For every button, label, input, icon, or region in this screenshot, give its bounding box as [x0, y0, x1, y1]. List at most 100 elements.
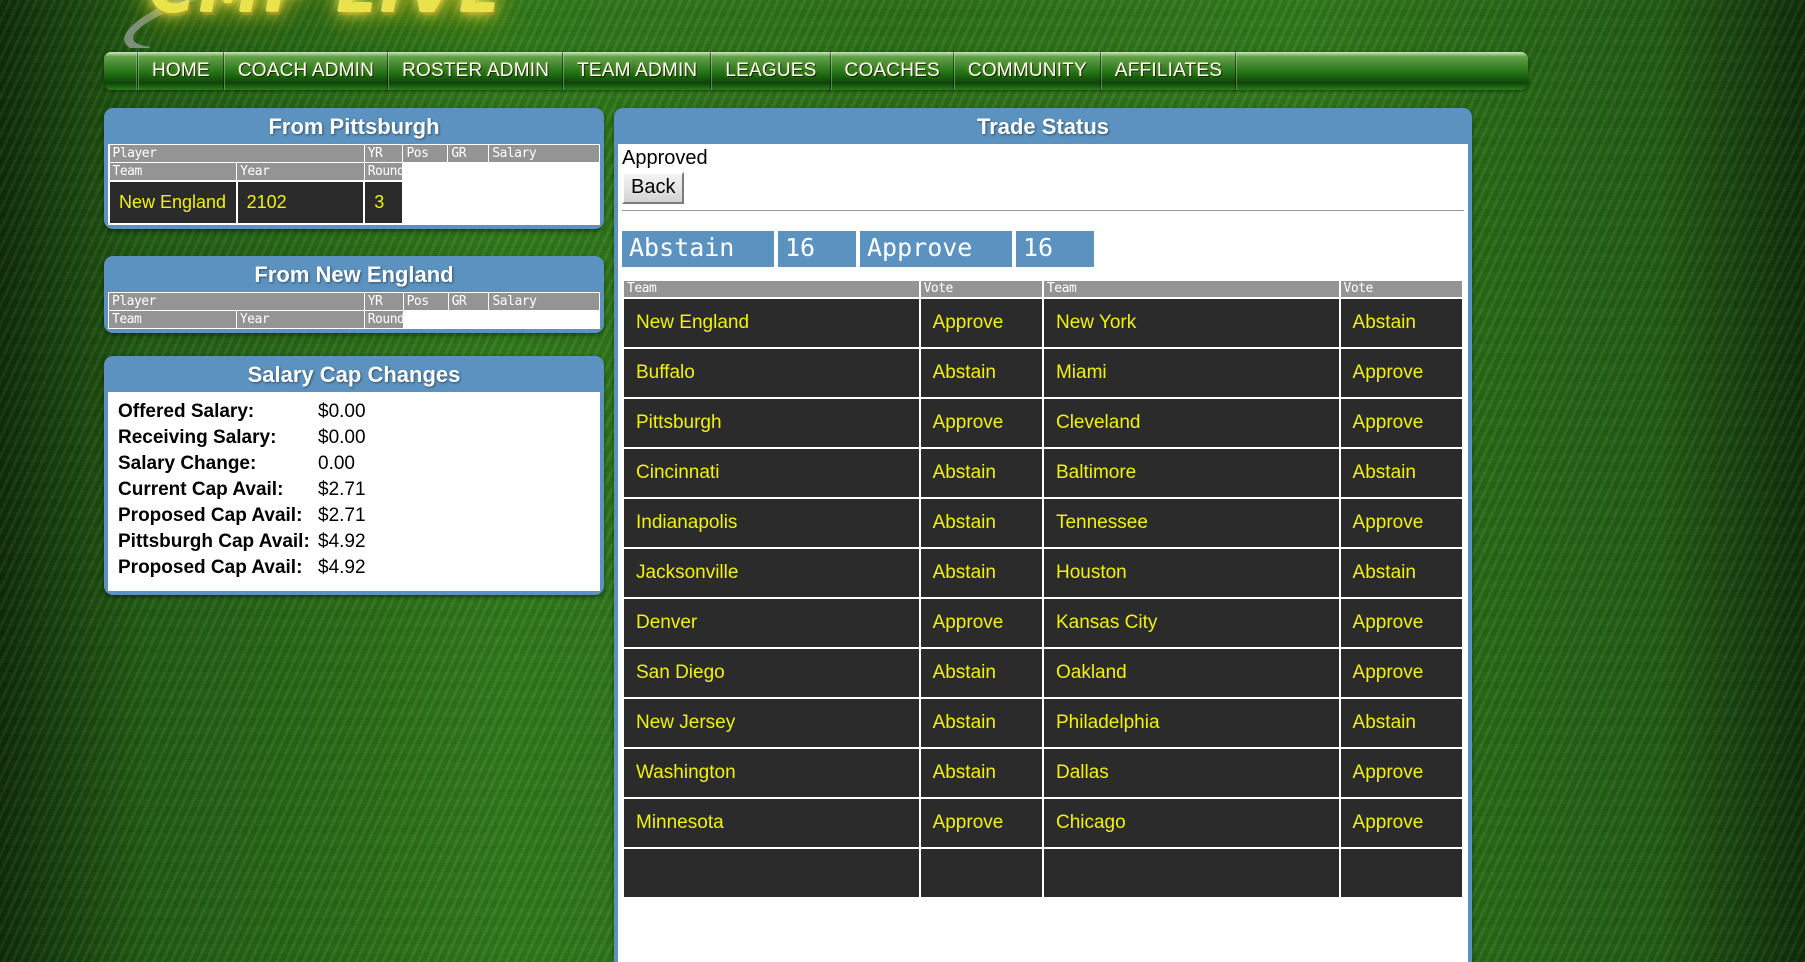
- nav-left-cap: [104, 52, 138, 90]
- col-round: Round: [363, 162, 405, 182]
- cell-team: New York: [1043, 299, 1339, 347]
- table-row: Buffalo Abstain Miami Approve: [624, 349, 1462, 397]
- col-salary: Salary: [488, 292, 600, 311]
- cell-team: Houston: [1043, 549, 1339, 597]
- nav-item-community[interactable]: COMMUNITY: [953, 52, 1101, 90]
- col-vote-right: Vote: [1340, 281, 1462, 297]
- from-pittsburgh-body: Player YR Pos GR Salary Team Year Round …: [108, 144, 601, 225]
- cap-label: Receiving Salary:: [118, 427, 277, 448]
- cell-team: Minnesota: [624, 799, 919, 847]
- nav-item-roster-admin[interactable]: ROSTER ADMIN: [388, 52, 564, 90]
- col-yr: YR: [363, 144, 404, 163]
- cell-vote: Abstain: [920, 649, 1042, 697]
- cell-team: Indianapolis: [624, 499, 919, 547]
- panel-title-trade-status: Trade Status: [976, 114, 1110, 139]
- cap-value: $0.00: [318, 401, 366, 422]
- nav-item-leagues[interactable]: LEAGUES: [711, 52, 831, 90]
- col-gr: GR: [447, 144, 490, 163]
- divider: [622, 210, 1464, 211]
- from-pittsburgh-table: Player YR Pos GR Salary Team Year Round …: [108, 144, 601, 225]
- salary-cap-rows: Offered Salary: $0.00 Receiving Salary: …: [108, 392, 600, 591]
- col-team-right: Team: [1043, 281, 1339, 297]
- panel-trade-status: Trade Status Approved Back Abstain 16 Ap…: [614, 108, 1472, 962]
- cell-vote: Approve: [920, 599, 1042, 647]
- cell-vote: Approve: [1340, 399, 1462, 447]
- panel-from-pittsburgh: From Pittsburgh Player YR Pos GR Salary …: [104, 108, 604, 229]
- cap-row-receiving-salary: Receiving Salary: $0.00: [118, 425, 590, 451]
- cap-row-proposed-cap-avail: Proposed Cap Avail: $2.71: [118, 503, 590, 529]
- site-logo[interactable]: CMF LIVE: [0, 0, 1805, 48]
- table-header-row: Player YR Pos GR Salary: [108, 144, 600, 163]
- cell-vote: Abstain: [920, 699, 1042, 747]
- cell-team: Kansas City: [1043, 599, 1339, 647]
- cell-team: Cleveland: [1043, 399, 1339, 447]
- cell-vote: Approve: [1340, 599, 1462, 647]
- trade-status-value: Approved: [622, 147, 708, 169]
- salary-cap-body: Offered Salary: $0.00 Receiving Salary: …: [108, 392, 600, 591]
- summary-label-abstain: Abstain: [622, 231, 774, 267]
- cell-vote: Approve: [1340, 749, 1462, 797]
- cell-vote: Abstain: [1340, 449, 1462, 497]
- summary-label-approve: Approve: [860, 231, 1012, 267]
- nav-item-team-admin[interactable]: TEAM ADMIN: [563, 52, 712, 90]
- from-new-england-table: Player YR Pos GR Salary Team Year Round: [108, 292, 601, 329]
- cell-vote: Approve: [1340, 499, 1462, 547]
- col-vote-left: Vote: [920, 281, 1042, 297]
- cell-team: Cincinnati: [624, 449, 919, 497]
- col-pos: Pos: [402, 144, 449, 163]
- cap-row-offered-salary: Offered Salary: $0.00: [118, 399, 590, 425]
- cell-vote: Abstain: [1340, 549, 1462, 597]
- logo-wordmark: CMF LIVE: [150, 0, 506, 27]
- cell-vote: Abstain: [920, 499, 1042, 547]
- nav-item-coaches[interactable]: COACHES: [830, 52, 954, 90]
- cell-vote: Abstain: [920, 349, 1042, 397]
- col-team: Team: [108, 310, 237, 329]
- cell-team: Philadelphia: [1043, 699, 1339, 747]
- cell-team: Oakland: [1043, 649, 1339, 697]
- summary-count-approve: 16: [1016, 231, 1094, 267]
- table-row: Indianapolis Abstain Tennessee Approve: [624, 499, 1462, 547]
- cell-team: Chicago: [1043, 799, 1339, 847]
- col-spacer: [402, 310, 601, 329]
- cell-vote: Approve: [920, 299, 1042, 347]
- cell-team: Tennessee: [1043, 499, 1339, 547]
- cap-row-current-cap-avail: Current Cap Avail: $2.71: [118, 477, 590, 503]
- vote-summary-bar: Abstain 16 Approve 16: [622, 231, 1464, 267]
- cell-vote: Approve: [1340, 649, 1462, 697]
- cap-label: Proposed Cap Avail:: [118, 505, 303, 526]
- cell-vote: Abstain: [1340, 299, 1462, 347]
- col-pos: Pos: [402, 292, 449, 311]
- table-row: New England 2102 3: [108, 180, 601, 225]
- trade-status-body: Approved Back Abstain 16 Approve 16 Team…: [618, 144, 1468, 962]
- cap-label: Pittsburgh Cap Avail:: [118, 531, 310, 552]
- nav-item-affiliates[interactable]: AFFILIATES: [1100, 52, 1237, 90]
- col-player: Player: [108, 292, 365, 311]
- cap-label: Salary Change:: [118, 453, 257, 474]
- back-button[interactable]: Back: [622, 172, 685, 204]
- votes-table: Team Vote Team Vote New England Approve …: [622, 279, 1464, 899]
- table-row: New England Approve New York Abstain: [624, 299, 1462, 347]
- nav-right-filler: [1236, 52, 1528, 90]
- cap-value: $0.00: [318, 427, 366, 448]
- cell-team: [624, 849, 919, 897]
- cell-vote: Abstain: [1340, 699, 1462, 747]
- col-gr: GR: [447, 292, 490, 311]
- from-new-england-body: Player YR Pos GR Salary Team Year Round: [108, 292, 601, 329]
- table-row: Denver Approve Kansas City Approve: [624, 599, 1462, 647]
- cell-vote: Abstain: [920, 449, 1042, 497]
- table-row: San Diego Abstain Oakland Approve: [624, 649, 1462, 697]
- cell-pick-year: 2102: [235, 180, 366, 225]
- nav-item-coach-admin[interactable]: COACH ADMIN: [223, 52, 389, 90]
- cell-team: Pittsburgh: [624, 399, 919, 447]
- cap-value: $4.92: [318, 531, 366, 552]
- cap-value: $2.71: [318, 505, 366, 526]
- table-header-row: Player YR Pos GR Salary: [108, 292, 600, 311]
- cell-vote: Approve: [920, 799, 1042, 847]
- cap-label: Proposed Cap Avail:: [118, 557, 303, 578]
- cell-team: New Jersey: [624, 699, 919, 747]
- cell-vote: [920, 849, 1042, 897]
- cap-value: $2.71: [318, 479, 366, 500]
- col-yr: YR: [363, 292, 404, 311]
- nav-item-home[interactable]: HOME: [138, 52, 224, 90]
- col-player: Player: [108, 144, 365, 163]
